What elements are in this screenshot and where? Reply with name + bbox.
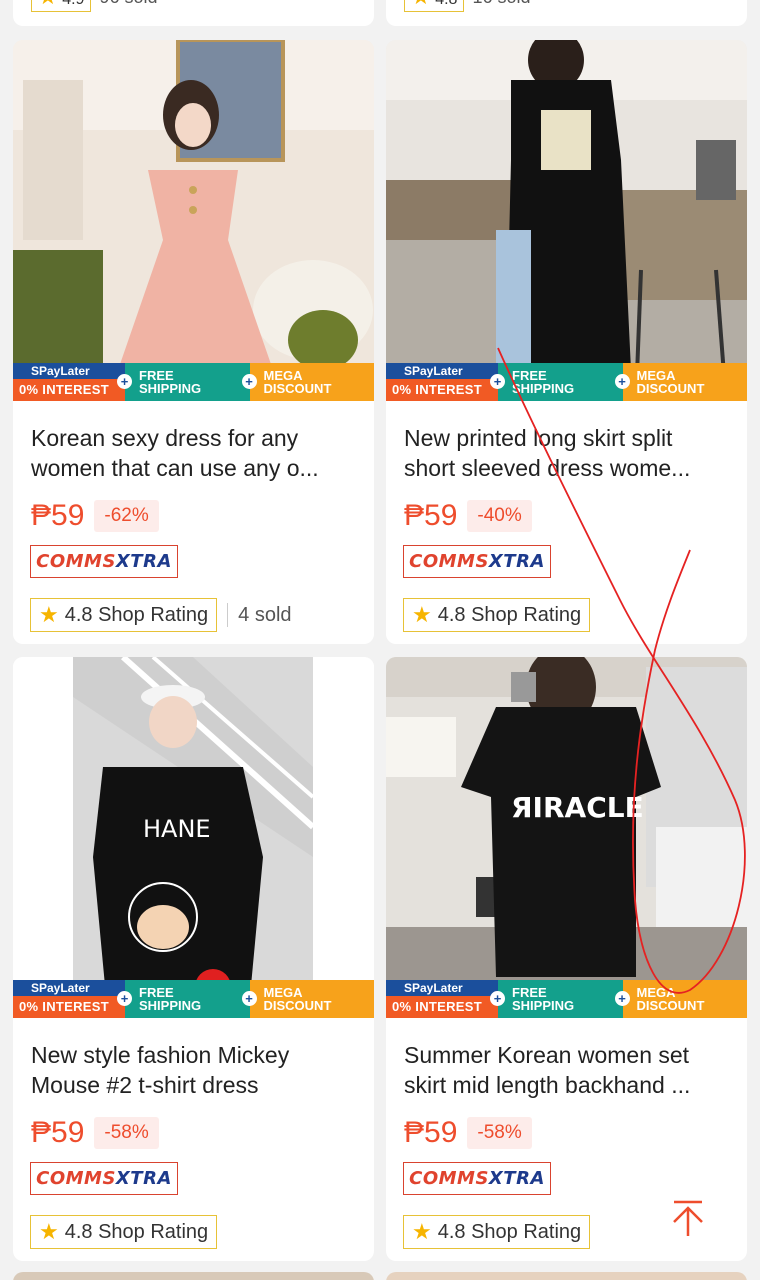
sold-count: 16 sold: [472, 0, 530, 8]
discount-badge: -62%: [94, 500, 159, 532]
product-price: ₱59: [31, 1116, 85, 1149]
rating-summary: ★ 4.8 16 sold: [404, 0, 530, 12]
commsxtra-badge: COMMS XTRA: [403, 545, 551, 578]
plus-icon: +: [117, 374, 132, 389]
product-card-partial[interactable]: [13, 1272, 374, 1280]
rating-badge: ★ 4.8: [404, 0, 465, 12]
spaylater-label: SPayLater: [13, 363, 125, 379]
product-photo: [386, 40, 747, 401]
discount-label: DISCOUNT: [263, 381, 332, 396]
product-price: ₱59: [404, 499, 458, 532]
shipping-label: SHIPPING: [512, 381, 575, 396]
promo-banner: SPayLater 0% INTEREST + FREE SHIPPING + MEGA…: [386, 363, 747, 401]
star-icon: ★: [412, 1219, 432, 1244]
star-icon: ★: [39, 602, 59, 627]
sold-count: 96 sold: [99, 0, 157, 8]
interest-label: 0% INTEREST: [386, 996, 498, 1018]
promo-banner: SPayLater 0% INTEREST + FREE SHIPPING + MEGA…: [13, 980, 374, 1018]
shop-rating-badge: ★ 4.8 Shop Rating: [30, 1215, 218, 1249]
product-title[interactable]: New printed long skirt split short sleev…: [404, 423, 729, 483]
product-photo: [13, 40, 374, 401]
spaylater-label: SPayLater: [13, 980, 125, 996]
product-image[interactable]: SPayLater 0% INTEREST + FREE SHIPPING + MEGA…: [13, 40, 374, 401]
shipping-label: SHIPPING: [139, 381, 202, 396]
product-card[interactable]: SPayLater 0% INTEREST + FREE SHIPPING + MEGA…: [386, 40, 747, 644]
product-card[interactable]: SPayLater 0% INTEREST + FREE SHIPPING + MEGA…: [13, 40, 374, 644]
product-title[interactable]: Korean sexy dress for any women that can…: [31, 423, 356, 483]
discount-label: DISCOUNT: [263, 998, 332, 1013]
interest-label: 0% INTEREST: [13, 379, 125, 401]
divider: [227, 603, 229, 627]
discount-label: DISCOUNT: [636, 381, 705, 396]
product-price: ₱59: [404, 1116, 458, 1149]
plus-icon: +: [117, 991, 132, 1006]
commsxtra-badge: COMMS XTRA: [30, 1162, 178, 1195]
interest-label: 0% INTEREST: [386, 379, 498, 401]
discount-badge: -58%: [467, 1117, 532, 1149]
spaylater-label: SPayLater: [386, 363, 498, 379]
product-card[interactable]: HANE SPayLater 0% INTEREST + FREE SHIPPING …: [13, 657, 374, 1261]
shipping-label: SHIPPING: [512, 998, 575, 1013]
promo-banner: SPayLater 0% INTEREST + FREE SHIPPING + MEGA…: [386, 980, 747, 1018]
svg-text:HANE: HANE: [143, 815, 211, 843]
shop-rating-badge: ★ 4.8 Shop Rating: [403, 598, 591, 632]
star-icon: ★: [411, 0, 431, 9]
scroll-to-top-button[interactable]: [666, 1196, 710, 1240]
plus-icon: +: [614, 991, 630, 1006]
product-price: ₱59: [31, 499, 85, 532]
product-image[interactable]: HANE SPayLater 0% INTEREST + FREE SHIPPING …: [13, 657, 374, 1018]
svg-text:ЯIRACLE: ЯIRACLE: [511, 791, 644, 824]
discount-label: DISCOUNT: [636, 998, 705, 1013]
arrow-up-icon: [673, 1200, 703, 1236]
product-image[interactable]: SPayLater 0% INTEREST + FREE SHIPPING + MEGA…: [386, 40, 747, 401]
product-title[interactable]: New style fashion Mickey Mouse #2 t-shir…: [31, 1040, 356, 1100]
plus-icon: +: [241, 991, 257, 1006]
rating-summary: ★ 4.9 96 sold: [31, 0, 157, 12]
product-photo: HANE: [13, 657, 374, 1018]
promo-banner: SPayLater 0% INTEREST + FREE SHIPPING + MEGA…: [13, 363, 374, 401]
shop-rating-badge: ★ 4.8 Shop Rating: [403, 1215, 591, 1249]
interest-label: 0% INTEREST: [13, 996, 125, 1018]
star-icon: ★: [412, 602, 432, 627]
discount-badge: -40%: [467, 500, 532, 532]
shipping-label: SHIPPING: [139, 998, 202, 1013]
product-card-partial[interactable]: ★ 4.9 96 sold: [13, 0, 374, 26]
rating-badge: ★ 4.9: [31, 0, 92, 12]
plus-icon: +: [490, 991, 505, 1006]
star-icon: ★: [38, 0, 58, 9]
plus-icon: +: [614, 374, 630, 389]
product-image[interactable]: ЯIRACLE SPayLater 0% INTEREST + FREE SHIPPI…: [386, 657, 747, 1018]
product-photo: ЯIRACLE: [386, 657, 747, 1018]
spaylater-label: SPayLater: [386, 980, 498, 996]
product-card-partial[interactable]: ★ 4.8 16 sold: [386, 0, 747, 26]
product-title[interactable]: Summer Korean women set skirt mid length…: [404, 1040, 729, 1100]
commsxtra-badge: COMMS XTRA: [30, 545, 178, 578]
discount-badge: -58%: [94, 1117, 159, 1149]
shop-rating-badge: ★ 4.8 Shop Rating: [30, 598, 218, 632]
plus-icon: +: [241, 374, 257, 389]
sold-count: 4 sold: [238, 603, 292, 626]
commsxtra-badge: COMMS XTRA: [403, 1162, 551, 1195]
star-icon: ★: [39, 1219, 59, 1244]
plus-icon: +: [490, 374, 505, 389]
product-card[interactable]: ЯIRACLE SPayLater 0% INTEREST + FREE SHIPPI…: [386, 657, 747, 1261]
product-card-partial[interactable]: [386, 1272, 747, 1280]
